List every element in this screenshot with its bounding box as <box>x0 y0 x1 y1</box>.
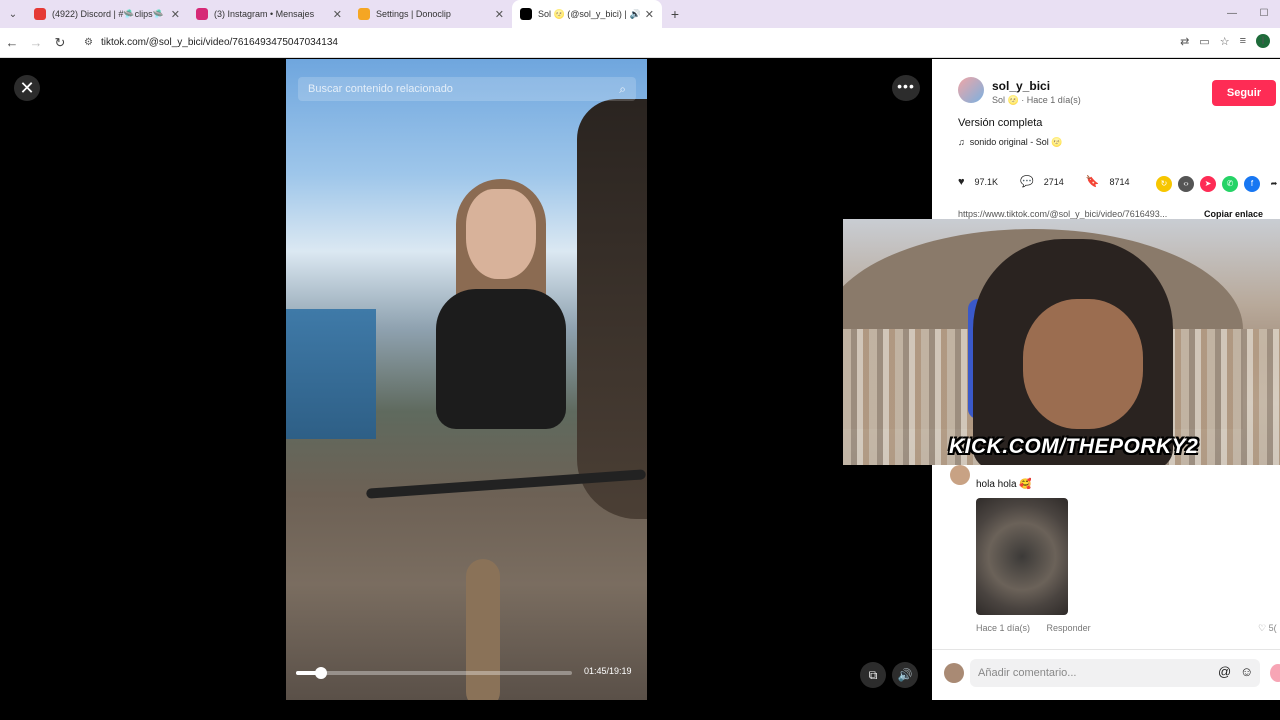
bookmark-star-icon[interactable]: ☆ <box>1220 35 1230 48</box>
close-icon[interactable]: ✕ <box>171 8 180 21</box>
address-bar: ← → ↻ ⚙ tiktok.com/@sol_y_bici/video/761… <box>0 28 1280 58</box>
tiktok-favicon-icon <box>520 8 532 20</box>
send-icon[interactable]: ➤ <box>1200 176 1216 192</box>
save-button[interactable]: 🔖 8714 <box>1086 175 1130 188</box>
tab-title: Sol 🌝 (@sol_y_bici) | TikTok <box>538 8 626 19</box>
video-rider-face <box>466 189 536 279</box>
comment-like-count: 5( <box>1268 623 1277 633</box>
video-rider-body <box>436 289 566 429</box>
comment-input[interactable]: Añadir comentario... <box>970 659 1260 687</box>
speaker-icon[interactable]: 🔊 <box>630 9 641 20</box>
comment-image[interactable] <box>976 498 1068 615</box>
floating-player-button[interactable]: ⧉ <box>860 662 886 688</box>
save-count: 8714 <box>1109 176 1130 187</box>
kick-channel-text: KICK.COM/THEPORKY2 <box>949 435 1199 458</box>
tab-title: Settings | Donoclip <box>376 9 451 19</box>
reload-icon[interactable]: ↻ <box>48 35 72 51</box>
translate-icon[interactable]: ⇄ <box>1180 35 1189 48</box>
comment-like[interactable]: ♡ 5( <box>1258 623 1277 634</box>
progress-knob[interactable] <box>314 667 327 679</box>
tab-donoclip[interactable]: Settings | Donoclip ✕ <box>350 0 512 28</box>
tab-tiktok[interactable]: Sol 🌝 (@sol_y_bici) | TikTok 🔊 ✕ <box>512 0 662 28</box>
related-search-input[interactable]: Buscar contenido relacionado ⌕ <box>298 77 636 101</box>
tab-search-icon[interactable]: ⌄ <box>0 0 26 28</box>
instagram-favicon-icon <box>196 8 208 20</box>
new-tab-button[interactable]: + <box>662 6 688 22</box>
share-row: ↻ ‹› ➤ ✆ f ➦ <box>1156 176 1280 192</box>
my-avatar <box>944 663 964 683</box>
volume-button[interactable]: 🔊 <box>892 662 918 688</box>
search-placeholder: Buscar contenido relacionado <box>308 83 453 95</box>
music-row[interactable]: ♫ sonido original - Sol 🌝 <box>958 137 1063 148</box>
reply-button[interactable]: Responder <box>1047 623 1091 633</box>
commenter-avatar[interactable] <box>950 465 970 485</box>
embed-icon[interactable]: ‹› <box>1178 176 1194 192</box>
comment-button[interactable]: 💬 2714 <box>1020 175 1064 188</box>
comment-time: Hace 1 día(s) <box>976 623 1031 633</box>
site-info-icon[interactable]: ⚙ <box>84 37 93 48</box>
music-label: sonido original - Sol 🌝 <box>969 137 1063 147</box>
video-sea <box>286 309 376 439</box>
tab-title: (3) Instagram • Mensajes <box>214 9 315 19</box>
window-controls: — ☐ <box>1216 0 1280 28</box>
comment-composer: Añadir comentario... @ ☺ <box>932 649 1280 700</box>
tab-discord[interactable]: (4922) Discord | #🛸clips🛸 | Ei ✕ <box>26 0 188 28</box>
comment-count: 2714 <box>1043 176 1064 187</box>
back-icon[interactable]: ← <box>0 35 24 50</box>
close-icon[interactable]: ✕ <box>333 8 342 21</box>
follow-button[interactable]: Seguir <box>1212 80 1276 106</box>
heart-icon: ♥ <box>958 175 965 188</box>
video-progress-bar[interactable] <box>296 667 572 679</box>
copy-link-button[interactable]: Copiar enlace <box>1204 209 1263 219</box>
like-count: 97.1K <box>974 176 999 187</box>
more-options-button[interactable]: ••• <box>892 75 920 101</box>
webcam-overlay: KICK.COM/THEPORKY2 <box>843 219 1280 465</box>
bookmark-icon: 🔖 <box>1085 176 1100 188</box>
video-cliff <box>577 99 647 519</box>
author-name[interactable]: sol_y_bici <box>992 79 1050 93</box>
post-comment-button[interactable] <box>1270 664 1280 682</box>
maximize-icon[interactable]: ☐ <box>1248 0 1280 28</box>
like-button[interactable]: ♥ 97.1K <box>958 176 998 188</box>
emoji-icon[interactable]: ☺ <box>1240 664 1253 679</box>
comment-text: hola hola 🥰 <box>976 479 1032 490</box>
comment-meta: Hace 1 día(s) Responder <box>976 623 1091 633</box>
whatsapp-icon[interactable]: ✆ <box>1222 176 1238 192</box>
author-avatar[interactable] <box>958 77 984 103</box>
tab-title: (4922) Discord | #🛸clips🛸 | Ei <box>52 8 167 19</box>
facebook-icon[interactable]: f <box>1244 176 1260 192</box>
author-subtitle: Sol 🌝 · Hace 1 día(s) <box>992 95 1081 105</box>
engagement-stats: ♥ 97.1K 💬 2714 🔖 8714 <box>958 175 1152 189</box>
video-stage: ✕ ••• Buscar contenido relacionado ⌕ 01:… <box>0 59 932 720</box>
minimize-icon[interactable]: — <box>1216 0 1248 28</box>
video-player[interactable]: Buscar contenido relacionado ⌕ 01:45/19:… <box>286 59 647 700</box>
video-tire <box>466 559 500 700</box>
mention-icon[interactable]: @ <box>1218 664 1231 679</box>
search-icon[interactable]: ⌕ <box>619 82 626 97</box>
close-icon[interactable]: ✕ <box>495 8 504 21</box>
post-description: Versión completa <box>958 117 1043 129</box>
cast-icon[interactable]: ▭ <box>1199 35 1209 48</box>
close-video-button[interactable]: ✕ <box>14 75 40 101</box>
url-field[interactable]: ⚙ tiktok.com/@sol_y_bici/video/761649347… <box>78 32 1178 54</box>
video-time: 01:45/19:19 <box>584 666 632 676</box>
repost-icon[interactable]: ↻ <box>1156 176 1172 192</box>
profile-avatar[interactable]: I <box>1256 34 1270 48</box>
forward-icon[interactable]: → <box>24 35 48 50</box>
post-link[interactable]: https://www.tiktok.com/@sol_y_bici/video… <box>958 209 1167 219</box>
music-note-icon: ♫ <box>958 137 965 147</box>
tab-instagram[interactable]: (3) Instagram • Mensajes ✕ <box>188 0 350 28</box>
comment-icon: 💬 <box>1020 176 1034 188</box>
discord-favicon-icon <box>34 8 46 20</box>
close-icon[interactable]: ✕ <box>645 8 654 21</box>
url-text: tiktok.com/@sol_y_bici/video/76164934750… <box>100 37 338 48</box>
browser-tab-bar: ⌄ (4922) Discord | #🛸clips🛸 | Ei ✕ (3) I… <box>0 0 1280 28</box>
bottom-strip <box>0 700 1280 720</box>
address-actions: ⇄ ▭ ☆ ≡ I <box>1180 34 1270 48</box>
share-arrow-icon[interactable]: ➦ <box>1266 176 1280 192</box>
donoclip-favicon-icon <box>358 8 370 20</box>
overlay-face <box>1023 299 1143 429</box>
reading-list-icon[interactable]: ≡ <box>1240 35 1246 47</box>
